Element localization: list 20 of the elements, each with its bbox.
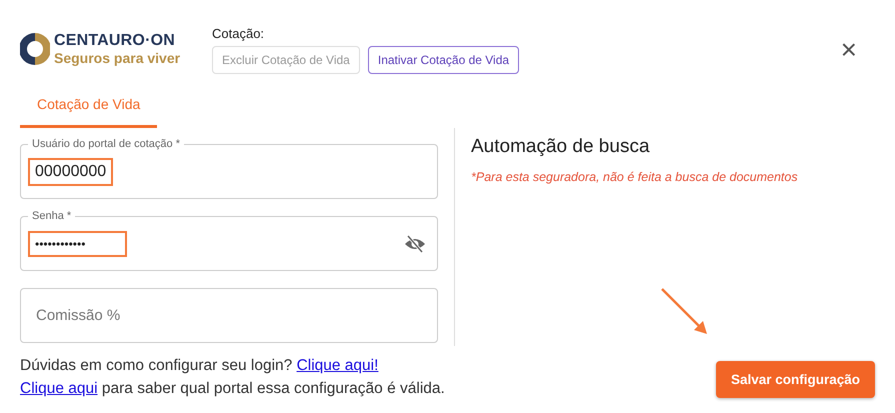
- help-link[interactable]: Clique aqui: [20, 380, 98, 397]
- help-text: Dúvidas em como configurar seu login? Clique aqui!: [20, 356, 380, 376]
- input-field[interactable]: Comissão %: [20, 280, 438, 343]
- field-value: 00000000: [28, 158, 114, 186]
- warning-note: *Para esta seguradora, não é feita a busca de documentos: [471, 170, 798, 184]
- field-label: Usuário do portal de cotação *: [28, 137, 184, 151]
- eye-slash-icon[interactable]: [404, 234, 426, 252]
- cotacao-button[interactable]: Inativar Cotação de Vida: [368, 46, 520, 74]
- logo-name: CENTAURO·ON: [54, 33, 176, 49]
- logo-ring-icon: [20, 32, 50, 66]
- input-field[interactable]: Usuário do portal de cotação * 00000000: [20, 136, 438, 199]
- field-placeholder: Comissão %: [35, 306, 122, 326]
- help-text: Clique aqui para saber qual portal essa configuração é válida.: [20, 379, 445, 399]
- logo-tagline: Seguros para viver: [54, 51, 180, 65]
- input-field[interactable]: Senha * ••••••••••••: [20, 208, 438, 271]
- field-value: ••••••••••••: [28, 230, 127, 256]
- cotacao-label: Cotação:: [212, 26, 266, 41]
- help-link[interactable]: Clique aqui!: [296, 357, 378, 374]
- section-title: Automação de busca: [471, 136, 651, 158]
- close-button[interactable]: ×: [840, 36, 857, 64]
